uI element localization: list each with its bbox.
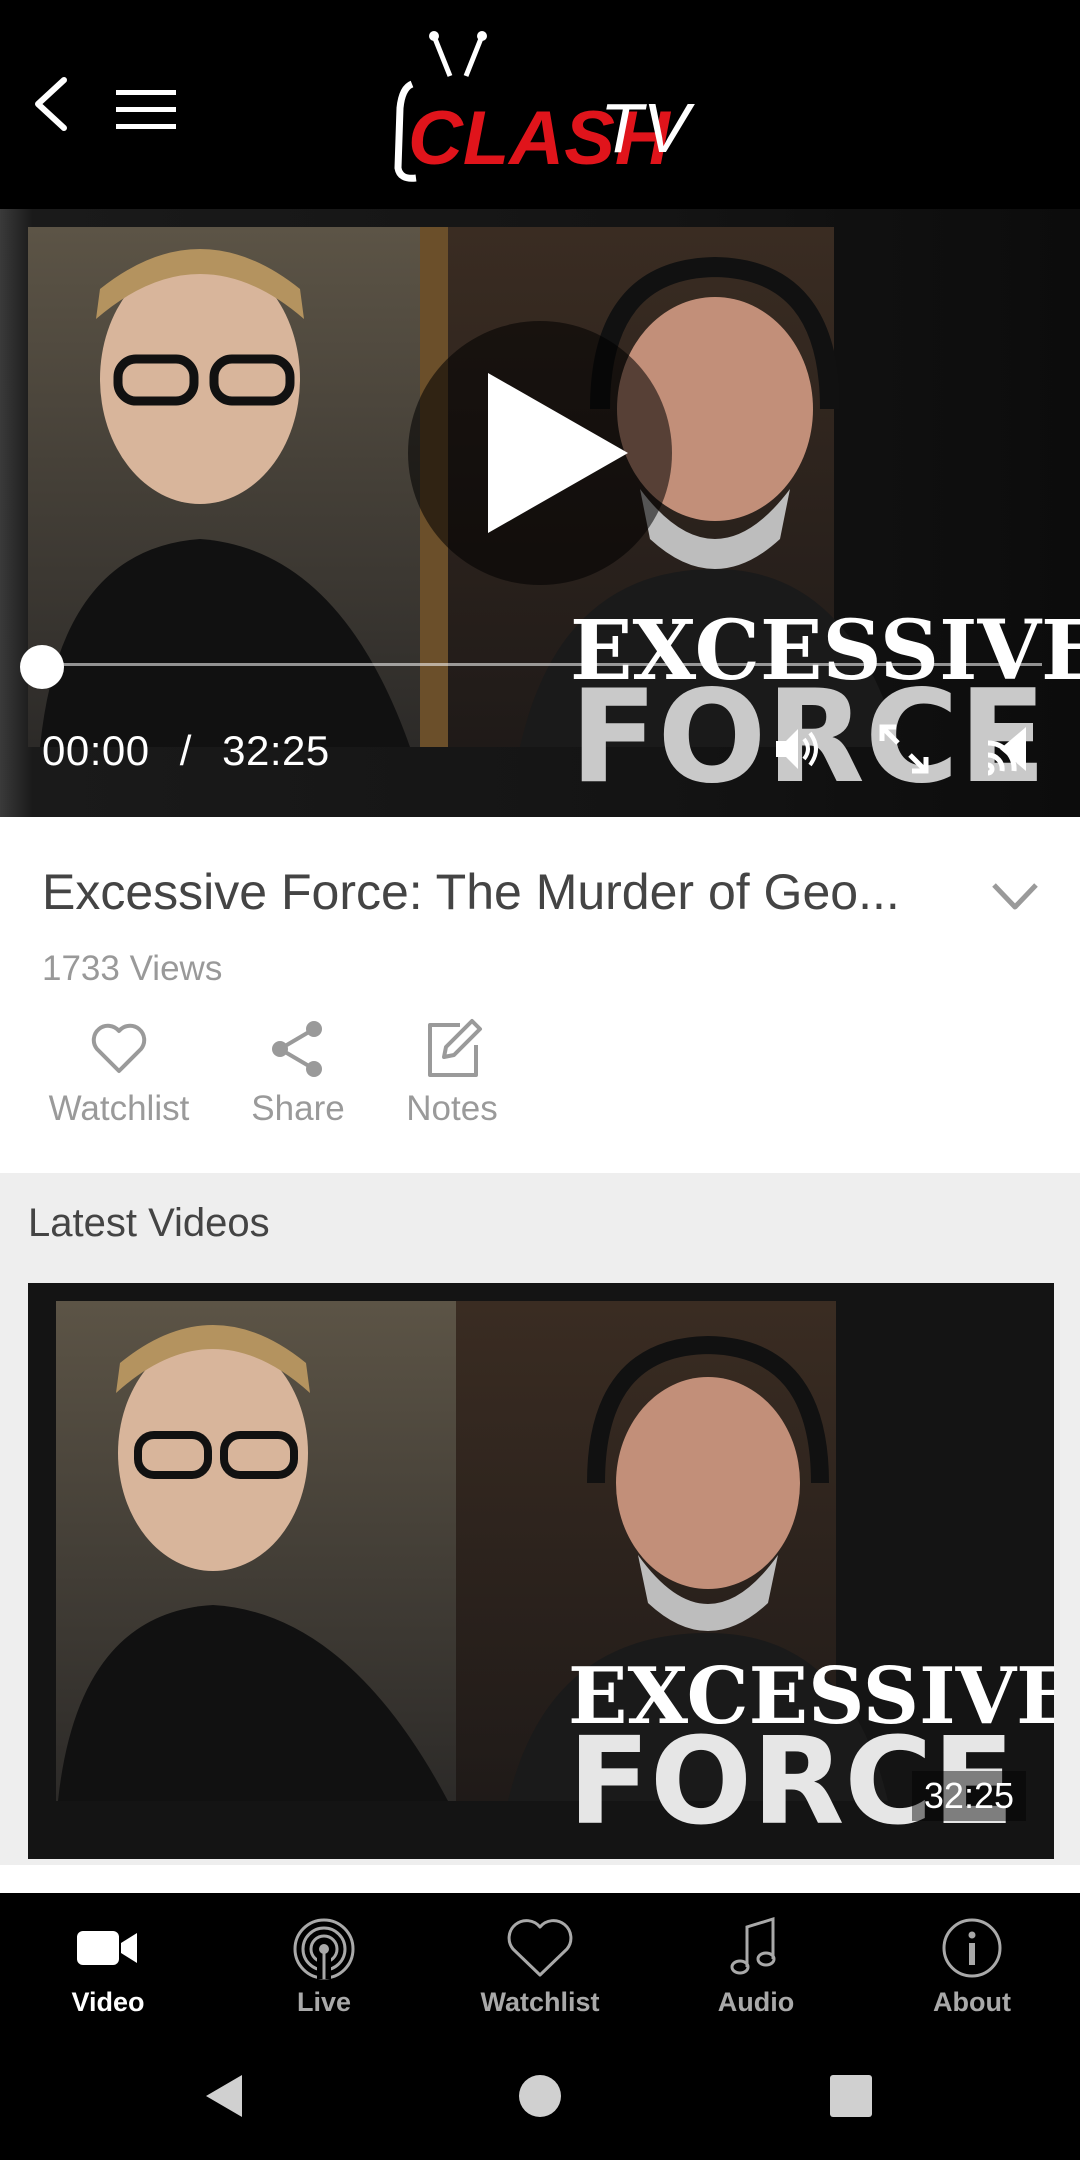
heart-icon [507, 1919, 573, 1977]
system-recents-icon[interactable] [826, 2071, 876, 2121]
watchlist-button[interactable]: Watchlist [42, 1017, 196, 1129]
system-home-icon[interactable] [515, 2071, 565, 2121]
nav-label-watchlist: Watchlist [480, 1987, 600, 2017]
video-info-panel: Excessive Force: The Murder of Geo... 17… [0, 817, 1080, 1173]
nav-label-live: Live [296, 1987, 352, 2017]
share-icon [272, 1021, 322, 1077]
volume-icon[interactable] [770, 721, 826, 777]
duration-badge: 32:25 [911, 1771, 1026, 1821]
play-icon [488, 373, 628, 533]
latest-video-thumbnail: EXCESSIVE FORCE [28, 1283, 1054, 1859]
notes-label: Notes [406, 1089, 498, 1128]
view-count: 1733 Views [42, 949, 223, 988]
nav-label-audio: Audio [717, 1987, 795, 2017]
play-button[interactable] [408, 321, 672, 585]
bottom-navigation: Video Live Watchlist Audio About [0, 1893, 1080, 2033]
video-title[interactable]: Excessive Force: The Murder of Geo... [42, 863, 962, 921]
video-player[interactable]: EXCESSIVE FORCE 00:00 / 32:25 [0, 209, 1080, 817]
app-header: CLASH TV [0, 0, 1080, 209]
video-camera-icon [77, 1931, 137, 1965]
section-title: Latest Videos [28, 1201, 270, 1245]
system-back-icon[interactable] [200, 2071, 250, 2121]
nav-item-watchlist[interactable]: Watchlist [432, 1893, 648, 2033]
share-button[interactable]: Share [246, 1017, 350, 1129]
back-arrow-icon[interactable] [28, 74, 72, 134]
nav-label-video: Video [71, 1987, 145, 2017]
heart-icon [91, 1023, 147, 1073]
time-separator: / [179, 727, 192, 774]
hamburger-menu-icon[interactable] [116, 88, 176, 132]
latest-video-card[interactable]: EXCESSIVE FORCE 32:25 [28, 1283, 1054, 1859]
nav-item-video[interactable]: Video [0, 1893, 216, 2033]
svg-text:TV: TV [600, 89, 696, 167]
latest-videos-section: Latest Videos EXCESSIVE FORCE 32:25 [0, 1173, 1080, 1865]
info-icon [942, 1918, 1002, 1978]
music-note-icon [730, 1916, 776, 1975]
clashtv-logo: CLASH TV [394, 31, 696, 182]
nav-label-about: About [933, 1987, 1011, 2017]
content-divider [0, 1865, 1080, 1893]
seek-bar[interactable] [42, 663, 1042, 666]
watchlist-label: Watchlist [48, 1089, 190, 1128]
seek-handle[interactable] [20, 645, 64, 689]
current-time: 00:00 [42, 727, 150, 774]
broadcast-icon [293, 1918, 355, 1980]
notes-button[interactable]: Notes [400, 1017, 504, 1129]
share-label: Share [251, 1089, 345, 1128]
nav-item-audio[interactable]: Audio [648, 1893, 864, 2033]
cast-icon[interactable] [980, 721, 1036, 777]
chevron-down-icon[interactable] [990, 877, 1040, 917]
fullscreen-icon[interactable] [876, 721, 932, 777]
system-navigation-bar [0, 2033, 1080, 2160]
time-display: 00:00 / 32:25 [42, 727, 330, 775]
total-duration: 32:25 [222, 727, 330, 774]
edit-note-icon [428, 1019, 482, 1077]
nav-item-about[interactable]: About [864, 1893, 1080, 2033]
nav-item-live[interactable]: Live [216, 1893, 432, 2033]
